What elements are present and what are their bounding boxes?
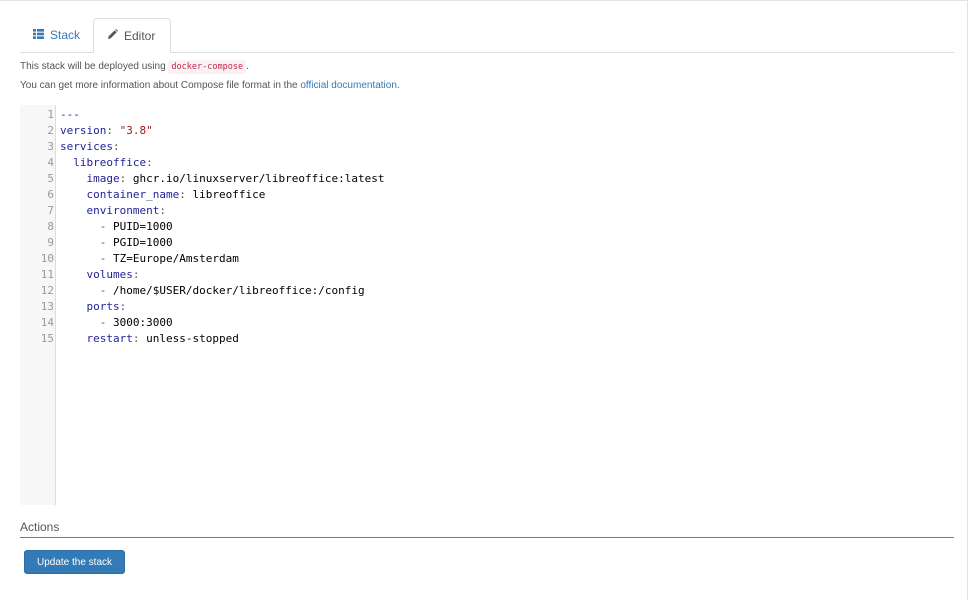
yaml-value: "3.8" — [119, 124, 153, 137]
yaml-punctuation: : — [119, 172, 133, 185]
tab-editor[interactable]: Editor — [93, 18, 171, 53]
tab-stack[interactable]: Stack — [20, 18, 92, 52]
yaml-punctuation: - — [99, 220, 113, 233]
yaml-key: version — [60, 124, 107, 137]
yaml-punctuation: : — [106, 124, 120, 137]
code-line: services: — [60, 139, 385, 155]
compose-docs-info: You can get more information about Compo… — [20, 80, 400, 91]
yaml-punctuation: - — [99, 252, 113, 265]
actions-heading: Actions — [20, 520, 954, 538]
yaml-value: /home/$USER/docker/libreoffice:/config — [113, 284, 365, 297]
yaml-key — [60, 220, 100, 233]
deploy-info: This stack will be deployed using docker… — [20, 60, 249, 74]
code-line: volumes: — [60, 267, 385, 283]
code-line: restart: unless-stopped — [60, 331, 385, 347]
yaml-key: restart — [60, 332, 133, 345]
deploy-info-text: This stack will be deployed using — [20, 61, 166, 72]
yaml-key — [60, 252, 100, 265]
line-numbers: 1 2 3 4 5 6 7 8 9 10 11 12 13 14 15 — [40, 108, 54, 345]
yaml-key — [60, 236, 100, 249]
yaml-punctuation: : — [132, 268, 140, 281]
code-line: --- — [60, 107, 385, 123]
code-editor[interactable]: 1 2 3 4 5 6 7 8 9 10 11 12 13 14 15 --- v… — [20, 105, 954, 505]
code-line: libreoffice: — [60, 155, 385, 171]
yaml-key: libreoffice — [60, 156, 147, 169]
deploy-tool-code: docker-compose — [168, 60, 247, 74]
yaml-key: services — [60, 140, 113, 153]
code-line: - PGID=1000 — [60, 235, 385, 251]
compose-docs-text: You can get more information about Compo… — [20, 80, 298, 91]
yaml-key: --- — [60, 108, 80, 121]
code-line: ports: — [60, 299, 385, 315]
yaml-punctuation: : — [119, 300, 127, 313]
pencil-icon — [107, 28, 118, 43]
code-content[interactable]: --- version: "3.8" services: libreoffice: … — [60, 107, 385, 347]
yaml-value: PUID=1000 — [113, 220, 173, 233]
code-line: - PUID=1000 — [60, 219, 385, 235]
code-line: environment: — [60, 203, 385, 219]
yaml-punctuation: : — [112, 140, 120, 153]
yaml-key — [60, 316, 100, 329]
deploy-info-suffix: . — [246, 61, 249, 72]
update-stack-button[interactable]: Update the stack — [24, 550, 125, 574]
yaml-value: ghcr.io/linuxserver/libreoffice:latest — [132, 172, 385, 185]
yaml-value: unless-stopped — [146, 332, 239, 345]
yaml-punctuation: - — [99, 236, 113, 249]
yaml-key: environment — [60, 204, 160, 217]
yaml-punctuation: : — [179, 188, 193, 201]
yaml-punctuation: - — [99, 284, 113, 297]
yaml-value: 3000:3000 — [113, 316, 173, 329]
code-line: - /home/$USER/docker/libreoffice:/config — [60, 283, 385, 299]
tab-bar: Stack Editor — [20, 18, 954, 53]
yaml-value: libreoffice — [192, 188, 266, 201]
yaml-punctuation: : — [159, 204, 166, 217]
list-icon — [33, 28, 44, 42]
tab-editor-label: Editor — [124, 28, 156, 43]
yaml-key: container_name — [60, 188, 180, 201]
yaml-key: ports — [60, 300, 120, 313]
yaml-value: PGID=1000 — [113, 236, 173, 249]
code-line: container_name: libreoffice — [60, 187, 385, 203]
yaml-value: TZ=Europe/Amsterdam — [113, 252, 239, 265]
official-documentation-link[interactable]: official documentation — [300, 80, 397, 91]
tab-stack-label: Stack — [50, 28, 81, 42]
code-line: version: "3.8" — [60, 123, 385, 139]
line-number-gutter: 1 2 3 4 5 6 7 8 9 10 11 12 13 14 15 — [20, 105, 56, 505]
yaml-key: image — [60, 172, 120, 185]
yaml-punctuation: : — [146, 156, 153, 169]
code-line: - 3000:3000 — [60, 315, 385, 331]
yaml-punctuation: - — [99, 316, 113, 329]
yaml-key: volumes — [60, 268, 133, 281]
compose-docs-suffix: . — [396, 80, 400, 91]
yaml-key — [60, 284, 100, 297]
code-line: - TZ=Europe/Amsterdam — [60, 251, 385, 267]
yaml-punctuation: : — [132, 332, 147, 345]
code-line: image: ghcr.io/linuxserver/libreoffice:l… — [60, 171, 385, 187]
content-panel: Stack Editor This stack will be deployed… — [0, 0, 968, 600]
